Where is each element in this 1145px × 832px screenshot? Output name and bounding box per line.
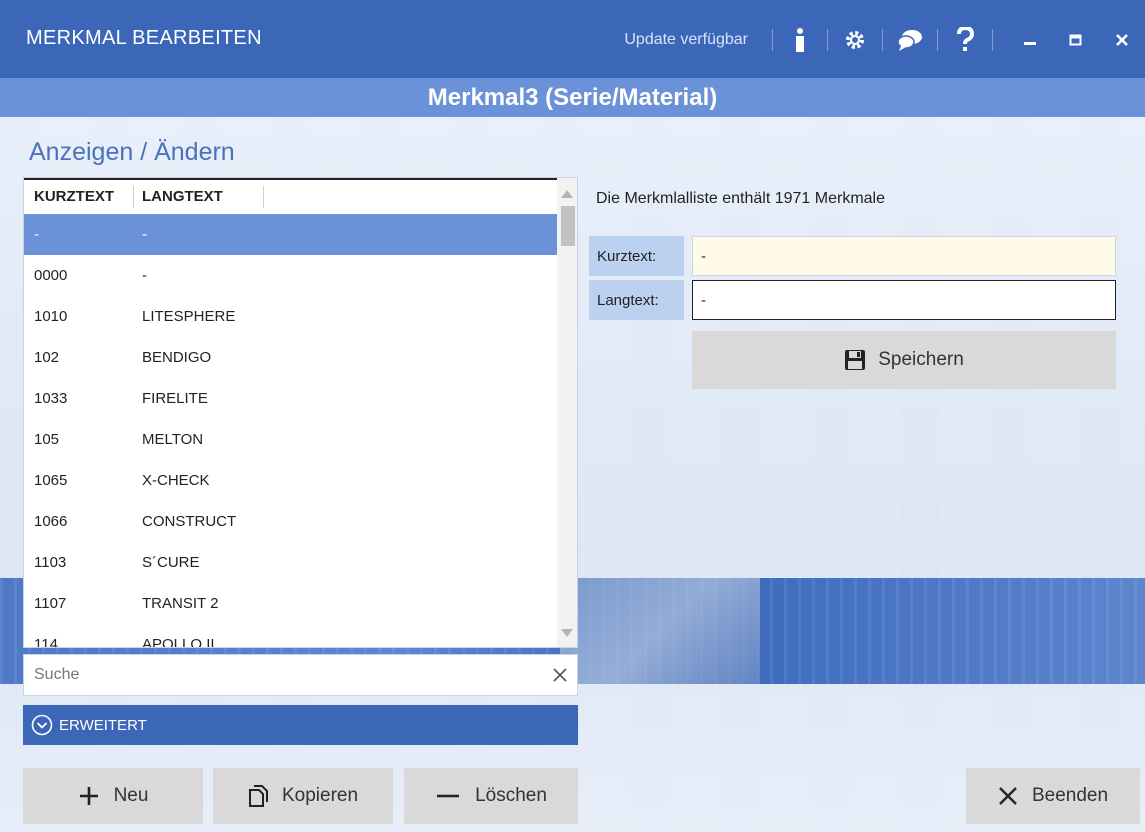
- langtext-input[interactable]: [701, 281, 1115, 319]
- exit-button[interactable]: Beenden: [966, 768, 1140, 824]
- column-header-kurztext[interactable]: KURZTEXT: [24, 186, 134, 208]
- separator: [992, 29, 993, 51]
- cell-kurztext: 105: [34, 431, 60, 448]
- delete-button[interactable]: Löschen: [404, 768, 578, 824]
- section-title: Anzeigen / Ändern: [29, 138, 235, 166]
- cell-langtext: -: [142, 226, 147, 243]
- help-icon[interactable]: [952, 27, 978, 53]
- list-scrollbar[interactable]: [557, 178, 577, 647]
- list-row[interactable]: 1066 CONSTRUCT: [24, 501, 559, 542]
- cell-langtext: LITESPHERE: [142, 308, 236, 325]
- cell-kurztext: 0000: [34, 267, 68, 284]
- record-header: Merkmal3 (Serie/Material): [0, 78, 1145, 117]
- scroll-down-arrow-icon[interactable]: [557, 623, 577, 643]
- minus-icon: [435, 785, 461, 807]
- list-row[interactable]: 114 APOLLO II: [24, 624, 559, 648]
- new-button[interactable]: Neu: [23, 768, 203, 824]
- cell-langtext: TRANSIT 2: [142, 595, 219, 612]
- list-row[interactable]: 0000 -: [24, 255, 559, 296]
- kurztext-label: Kurztext:: [589, 236, 684, 276]
- list-header: KURZTEXT LANGTEXT: [24, 178, 559, 214]
- cell-kurztext: -: [34, 226, 39, 243]
- delete-label: Löschen: [475, 785, 547, 806]
- cell-langtext: CONSTRUCT: [142, 513, 237, 530]
- advanced-toggle[interactable]: ERWEITERT: [23, 705, 578, 745]
- title-bar: MERKMAL BEARBEITEN Update verfügbar: [0, 0, 1145, 78]
- separator: [882, 29, 883, 51]
- list-row[interactable]: 1103 S´CURE: [24, 542, 559, 583]
- chat-icon[interactable]: [897, 27, 923, 53]
- clear-search-icon[interactable]: [543, 667, 577, 683]
- minimize-button[interactable]: [1007, 20, 1053, 60]
- list-row[interactable]: 1033 FIRELITE: [24, 378, 559, 419]
- separator: [937, 29, 938, 51]
- kurztext-field-wrapper: [692, 236, 1116, 276]
- cell-kurztext: 1107: [34, 595, 67, 612]
- save-label: Speichern: [878, 349, 964, 370]
- background-photo: [560, 578, 760, 684]
- cell-langtext: BENDIGO: [142, 349, 212, 366]
- search-box: [23, 654, 578, 696]
- update-available-link[interactable]: Update verfügbar: [624, 31, 748, 49]
- plus-icon: [78, 785, 100, 807]
- copy-icon: [248, 785, 268, 807]
- cell-kurztext: 1065: [34, 472, 68, 489]
- floppy-disk-icon: [845, 350, 866, 370]
- cell-langtext: MELTON: [142, 431, 204, 448]
- advanced-label: ERWEITERT: [59, 716, 147, 734]
- list-row[interactable]: 1010 LITESPHERE: [24, 296, 559, 337]
- cell-kurztext: 1066: [34, 513, 68, 530]
- cell-langtext: FIRELITE: [142, 390, 208, 407]
- scrollbar-thumb[interactable]: [561, 206, 575, 246]
- exit-label: Beenden: [1031, 785, 1109, 806]
- list-row[interactable]: 102 BENDIGO: [24, 337, 559, 378]
- copy-label: Kopieren: [281, 785, 359, 806]
- app-title: MERKMAL BEARBEITEN: [26, 27, 262, 49]
- list-row[interactable]: --: [24, 214, 559, 255]
- gear-icon[interactable]: [842, 27, 868, 53]
- cell-langtext: X-CHECK: [142, 472, 210, 489]
- new-label: Neu: [113, 785, 149, 806]
- close-icon: [998, 786, 1018, 806]
- maximize-button[interactable]: [1053, 20, 1099, 60]
- kurztext-input[interactable]: [701, 237, 1115, 275]
- langtext-label: Langtext:: [589, 280, 684, 320]
- info-icon[interactable]: [787, 27, 813, 53]
- cell-kurztext: 102: [34, 349, 60, 366]
- separator: [772, 29, 773, 51]
- cell-langtext: S´CURE: [142, 554, 200, 571]
- copy-button[interactable]: Kopieren: [213, 768, 393, 824]
- cell-kurztext: 1033: [34, 390, 68, 407]
- list-row[interactable]: 1107 TRANSIT 2: [24, 583, 559, 624]
- search-input[interactable]: [24, 656, 543, 694]
- cell-kurztext: 1103: [34, 554, 67, 571]
- list-row[interactable]: 1065 X-CHECK: [24, 460, 559, 501]
- cell-kurztext: 1010: [34, 308, 68, 325]
- cell-langtext: APOLLO II: [142, 636, 215, 648]
- cell-langtext: -: [142, 267, 147, 284]
- feature-list[interactable]: KURZTEXT LANGTEXT -- 0000- 1010 LITESPHER…: [23, 177, 578, 648]
- feature-count-info: Die Merkmlalliste enthält 1971 Merkmale: [596, 190, 885, 207]
- column-header-langtext[interactable]: LANGTEXT: [134, 186, 264, 208]
- list-rows: -- 0000- 1010 LITESPHERE 102 BENDIGO 1033 F…: [24, 214, 559, 648]
- title-bar-controls: Update verfügbar: [624, 20, 1145, 60]
- close-button[interactable]: [1099, 20, 1145, 60]
- separator: [827, 29, 828, 51]
- chevron-down-circle-icon: [31, 714, 53, 736]
- langtext-field-wrapper: [692, 280, 1116, 320]
- scroll-up-arrow-icon[interactable]: [557, 184, 577, 204]
- save-button[interactable]: Speichern: [692, 331, 1116, 389]
- list-row[interactable]: 105 MELTON: [24, 419, 559, 460]
- cell-kurztext: 114: [34, 636, 58, 648]
